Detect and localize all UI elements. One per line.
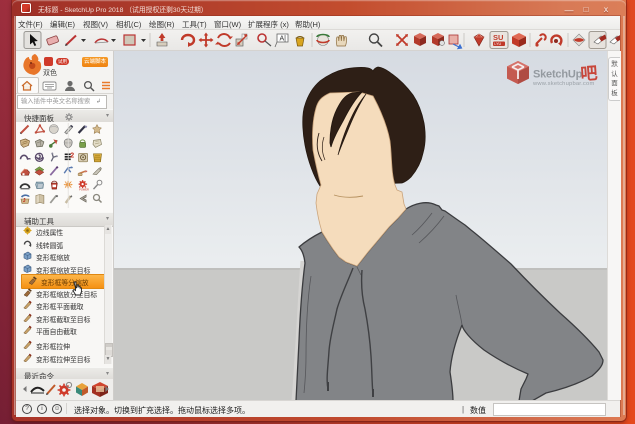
- svg-text:J: J: [23, 198, 26, 204]
- svg-text:SketchUp: SketchUp: [533, 69, 583, 81]
- svg-text:SU: SU: [493, 33, 503, 42]
- svg-text:2: 2: [70, 152, 74, 159]
- svg-text:www.sketchupbar.com: www.sketchupbar.com: [532, 81, 594, 87]
- svg-text:A|: A|: [280, 36, 287, 43]
- svg-text:LYU: LYU: [494, 42, 501, 46]
- svg-text:POWER: POWER: [79, 188, 89, 192]
